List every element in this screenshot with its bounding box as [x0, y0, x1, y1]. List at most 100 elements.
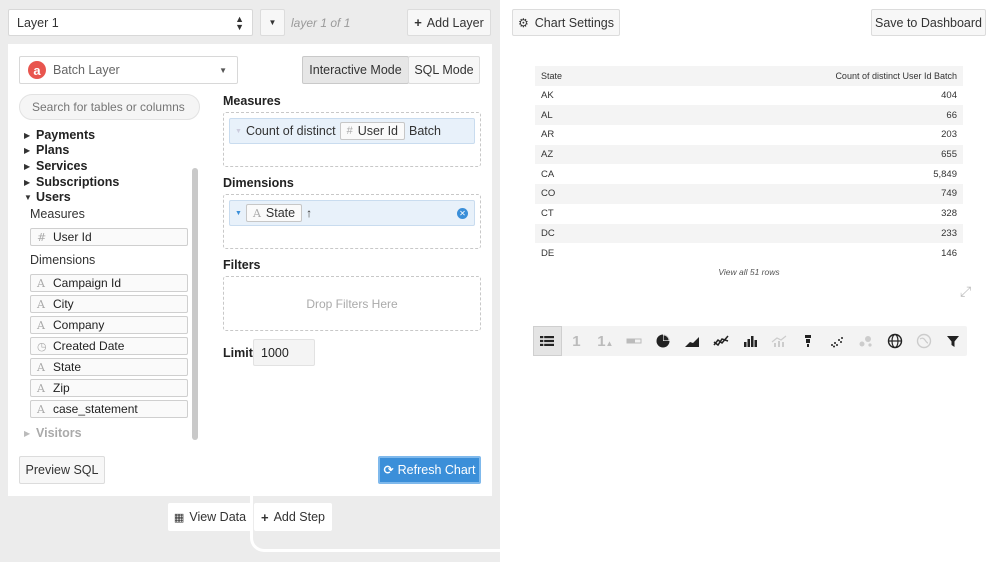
measure-pill[interactable]: ▼ Count of distinct # User Id Batch — [229, 118, 475, 144]
field-campaign-id[interactable]: A Campaign Id — [30, 274, 188, 292]
text-type-icon: A — [37, 276, 45, 290]
cell-count: 203 — [941, 129, 957, 141]
cell-count: 655 — [941, 149, 957, 161]
add-step-button[interactable]: + Add Step — [254, 503, 332, 531]
filters-header: Filters — [223, 258, 261, 272]
dimension-pill[interactable]: ▼ A State ↑ ✕ — [229, 200, 475, 226]
updown-icon: ▲ ▼ — [235, 13, 244, 32]
line-icon[interactable] — [707, 326, 736, 356]
sort-ascending-icon[interactable]: ↑ — [306, 206, 312, 220]
caret-down-icon[interactable]: ▼ — [235, 210, 242, 217]
cell-state: DE — [541, 247, 555, 259]
field-created-date[interactable]: ◷ Created Date — [30, 337, 188, 355]
plus-icon: + — [260, 509, 269, 525]
table-plans[interactable]: ▶ Plans — [24, 143, 69, 157]
caret-down-icon[interactable]: ▼ — [235, 128, 242, 135]
datasource-logo-icon: a — [28, 61, 46, 79]
sql-mode-button[interactable]: SQL Mode — [408, 56, 480, 84]
field-company[interactable]: A Company — [30, 316, 188, 334]
view-data-button[interactable]: ▦ View Data — [168, 503, 252, 531]
caret-down-icon: ▼ — [219, 65, 227, 75]
remove-icon[interactable]: ✕ — [457, 207, 468, 219]
dimensions-dropzone[interactable]: ▼ A State ↑ ✕ — [223, 194, 481, 249]
single-value-trend-icon[interactable]: 1▲ — [591, 326, 620, 356]
area-icon[interactable] — [678, 326, 707, 356]
layer-panel: a Batch Layer ▼ Interactive Mode SQL Mod… — [8, 44, 492, 496]
table-label: Payments — [36, 128, 96, 142]
text-type-icon: A — [37, 360, 45, 374]
caret-right-icon: ▶ — [24, 177, 31, 187]
measures-dropzone[interactable]: ▼ Count of distinct # User Id Batch — [223, 112, 481, 167]
field-user-id[interactable]: # User Id — [30, 228, 188, 246]
cell-count: 328 — [941, 208, 957, 220]
tree-scrollbar[interactable] — [192, 168, 198, 440]
caret-right-icon: ▶ — [24, 145, 31, 155]
dimension-field-chip[interactable]: A State — [245, 204, 303, 222]
bubble-icon[interactable] — [851, 326, 880, 356]
field-label: Campaign Id — [53, 276, 122, 290]
filters-dropzone[interactable]: Drop Filters Here — [223, 276, 481, 331]
funnel-icon[interactable] — [793, 326, 822, 356]
bar-icon[interactable] — [736, 326, 765, 356]
text-type-icon: A — [252, 206, 261, 220]
datasource-select[interactable]: a Batch Layer ▼ — [19, 56, 238, 84]
column-header-state: State — [541, 70, 563, 81]
table-row: CT 328 — [535, 204, 963, 224]
field-zip[interactable]: A Zip — [30, 379, 188, 397]
field-label: City — [53, 297, 74, 311]
save-to-dashboard-button[interactable]: Save to Dashboard — [871, 9, 986, 36]
interactive-mode-label: Interactive Mode — [309, 63, 402, 77]
table-row: DC 233 — [535, 223, 963, 244]
field-label: case_statement — [53, 402, 138, 416]
table-row: CA 5,849 — [535, 164, 963, 184]
text-type-icon: A — [37, 318, 45, 332]
field-label: Company — [53, 318, 105, 332]
table-visitors[interactable]: ▶ Visitors — [24, 426, 82, 440]
layer-select[interactable]: Layer 1 ▲ ▼ — [8, 9, 253, 36]
layer-menu-button[interactable]: ▼ — [260, 9, 285, 36]
limit-input[interactable]: 1000 — [253, 339, 315, 366]
field-state[interactable]: A State — [30, 358, 188, 376]
progress-icon[interactable] — [620, 326, 649, 356]
field-city[interactable]: A City — [30, 295, 188, 313]
result-table: State Count of distinct User Id Batch AK… — [535, 66, 963, 263]
filter-icon[interactable] — [938, 326, 967, 356]
measures-header: Measures — [223, 94, 281, 108]
field-label: State — [53, 360, 82, 374]
cell-count: 5,849 — [933, 168, 957, 180]
single-value-icon[interactable]: 1 — [562, 326, 591, 356]
table-services[interactable]: ▶ Services — [24, 159, 87, 173]
view-all-rows-link[interactable]: View all 51 rows — [535, 267, 963, 277]
table-row: AK 404 — [535, 86, 963, 106]
globe-icon[interactable] — [880, 326, 909, 356]
scrollbar-thumb[interactable] — [192, 168, 198, 440]
map-icon[interactable] — [909, 326, 938, 356]
refresh-chart-button[interactable]: ⟳ Refresh Chart — [378, 456, 481, 484]
table-label: Subscriptions — [36, 175, 120, 189]
field-case-statement[interactable]: Acase_statement — [30, 400, 188, 418]
layer-count: layer 1 of 1 — [291, 16, 351, 30]
table-label: Visitors — [36, 426, 82, 440]
table-icon[interactable] — [533, 326, 562, 356]
table-payments[interactable]: ▶ Payments — [24, 128, 95, 142]
measure-field-chip[interactable]: # User Id — [339, 122, 405, 140]
combo-icon[interactable] — [765, 326, 794, 356]
scatter-icon[interactable] — [822, 326, 851, 356]
limit-label: Limit — [223, 346, 253, 360]
caret-right-icon: ▶ — [24, 161, 31, 171]
add-layer-button[interactable]: + Add Layer — [407, 9, 491, 36]
expand-icon[interactable]: ⤢ — [960, 283, 971, 300]
preview-sql-button[interactable]: Preview SQL — [19, 456, 105, 484]
table-subscriptions[interactable]: ▶ Subscriptions — [24, 175, 119, 189]
caret-down-icon: ▼ — [268, 18, 277, 27]
chart-settings-button[interactable]: ⚙ Chart Settings — [512, 9, 620, 36]
cell-count: 66 — [946, 109, 957, 121]
interactive-mode-button[interactable]: Interactive Mode — [302, 56, 409, 84]
pie-icon[interactable] — [649, 326, 678, 356]
cell-state: CT — [541, 208, 554, 220]
measures-section-label: Measures — [30, 207, 85, 221]
table-icon: ▦ — [173, 511, 185, 524]
table-users[interactable]: ▼ Users — [24, 190, 71, 204]
cell-count: 404 — [941, 90, 957, 102]
search-input[interactable] — [19, 94, 200, 120]
